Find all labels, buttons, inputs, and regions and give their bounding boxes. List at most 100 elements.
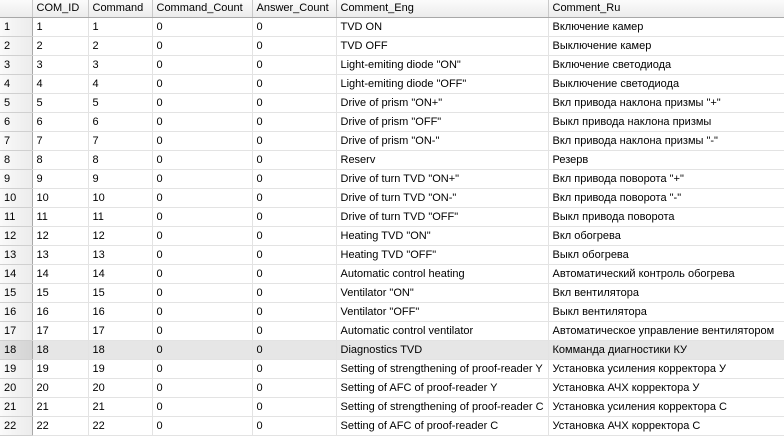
row-number-cell[interactable]: 17 xyxy=(0,321,33,341)
row-number-cell[interactable]: 15 xyxy=(0,283,33,303)
row-number-header[interactable] xyxy=(0,0,33,18)
cell-comment-eng[interactable]: Heating TVD "ON" xyxy=(336,226,549,246)
cell-comment-eng[interactable]: Drive of turn TVD "ON-" xyxy=(336,188,549,208)
cell-command[interactable]: 8 xyxy=(88,150,153,170)
cell-answer-count[interactable]: 0 xyxy=(252,283,337,303)
cell-command-count[interactable]: 0 xyxy=(152,245,253,265)
row-number-cell[interactable]: 10 xyxy=(0,188,33,208)
cell-command[interactable]: 5 xyxy=(88,93,153,113)
cell-answer-count[interactable]: 0 xyxy=(252,378,337,398)
cell-com-id[interactable]: 19 xyxy=(32,359,89,379)
row-number-cell[interactable]: 2 xyxy=(0,36,33,56)
cell-command-count[interactable]: 0 xyxy=(152,264,253,284)
column-header-answer-count[interactable]: Answer_Count xyxy=(252,0,337,18)
cell-comment-eng[interactable]: Drive of prism "ON+" xyxy=(336,93,549,113)
cell-command[interactable]: 20 xyxy=(88,378,153,398)
cell-com-id[interactable]: 3 xyxy=(32,55,89,75)
cell-com-id[interactable]: 12 xyxy=(32,226,89,246)
cell-command-count[interactable]: 0 xyxy=(152,340,253,360)
cell-comment-eng[interactable]: Drive of prism "OFF" xyxy=(336,112,549,132)
cell-comment-eng[interactable]: Heating TVD "OFF" xyxy=(336,245,549,265)
cell-comment-eng[interactable]: Automatic control heating xyxy=(336,264,549,284)
cell-command-count[interactable]: 0 xyxy=(152,93,253,113)
cell-comment-ru[interactable]: Выключение светодиода xyxy=(548,74,784,94)
cell-command-count[interactable]: 0 xyxy=(152,55,253,75)
cell-answer-count[interactable]: 0 xyxy=(252,17,337,37)
cell-command[interactable]: 7 xyxy=(88,131,153,151)
cell-command[interactable]: 6 xyxy=(88,112,153,132)
cell-command[interactable]: 2 xyxy=(88,36,153,56)
cell-com-id[interactable]: 1 xyxy=(32,17,89,37)
cell-comment-eng[interactable]: Automatic control ventilator xyxy=(336,321,549,341)
cell-command-count[interactable]: 0 xyxy=(152,321,253,341)
cell-answer-count[interactable]: 0 xyxy=(252,245,337,265)
cell-command-count[interactable]: 0 xyxy=(152,378,253,398)
column-header-command[interactable]: Command xyxy=(88,0,153,18)
cell-command-count[interactable]: 0 xyxy=(152,169,253,189)
cell-command[interactable]: 14 xyxy=(88,264,153,284)
cell-answer-count[interactable]: 0 xyxy=(252,302,337,322)
cell-comment-eng[interactable]: Ventilator "ON" xyxy=(336,283,549,303)
table-row[interactable]: 15 15 15 0 0 Ventilator "ON" Вкл вентилятора xyxy=(0,283,784,303)
row-number-cell[interactable]: 7 xyxy=(0,131,33,151)
cell-answer-count[interactable]: 0 xyxy=(252,169,337,189)
results-grid[interactable]: COM_ID Command Command_Count Answer_Coun… xyxy=(0,0,784,437)
row-number-cell[interactable]: 22 xyxy=(0,416,33,436)
cell-comment-ru[interactable]: Выкл вентилятора xyxy=(548,302,784,322)
cell-comment-ru[interactable]: Вкл привода наклона призмы "-" xyxy=(548,131,784,151)
cell-command-count[interactable]: 0 xyxy=(152,302,253,322)
cell-answer-count[interactable]: 0 xyxy=(252,416,337,436)
cell-command-count[interactable]: 0 xyxy=(152,397,253,417)
cell-command[interactable]: 3 xyxy=(88,55,153,75)
cell-comment-ru[interactable]: Вкл вентилятора xyxy=(548,283,784,303)
cell-command[interactable]: 9 xyxy=(88,169,153,189)
row-number-cell[interactable]: 18 xyxy=(0,340,33,360)
cell-comment-ru[interactable]: Вкл привода поворота "-" xyxy=(548,188,784,208)
table-row[interactable]: 20 20 20 0 0 Setting of AFC of proof-reader Y… xyxy=(0,378,784,398)
row-number-cell[interactable]: 5 xyxy=(0,93,33,113)
cell-command[interactable]: 15 xyxy=(88,283,153,303)
cell-comment-eng[interactable]: Drive of turn TVD "ON+" xyxy=(336,169,549,189)
cell-command-count[interactable]: 0 xyxy=(152,112,253,132)
cell-command-count[interactable]: 0 xyxy=(152,74,253,94)
table-row[interactable]: 19 19 19 0 0 Setting of strengthening of proo… xyxy=(0,359,784,379)
cell-com-id[interactable]: 18 xyxy=(32,340,89,360)
table-row[interactable]: 8 8 8 0 0 Reserv Резерв xyxy=(0,150,784,170)
cell-answer-count[interactable]: 0 xyxy=(252,397,337,417)
cell-command[interactable]: 19 xyxy=(88,359,153,379)
table-row[interactable]: 9 9 9 0 0 Drive of turn TVD "ON+" Вкл привода … xyxy=(0,169,784,189)
column-header-com-id[interactable]: COM_ID xyxy=(32,0,89,18)
cell-command-count[interactable]: 0 xyxy=(152,36,253,56)
cell-com-id[interactable]: 20 xyxy=(32,378,89,398)
cell-comment-eng[interactable]: Diagnostics TVD xyxy=(336,340,549,360)
cell-command[interactable]: 21 xyxy=(88,397,153,417)
cell-answer-count[interactable]: 0 xyxy=(252,226,337,246)
column-header-command-count[interactable]: Command_Count xyxy=(152,0,253,18)
table-row[interactable]: 10 10 10 0 0 Drive of turn TVD "ON-" Вкл приво… xyxy=(0,188,784,208)
cell-command-count[interactable]: 0 xyxy=(152,359,253,379)
cell-command[interactable]: 13 xyxy=(88,245,153,265)
cell-comment-eng[interactable]: TVD OFF xyxy=(336,36,549,56)
table-row[interactable]: 7 7 7 0 0 Drive of prism "ON-" Вкл привода нак… xyxy=(0,131,784,151)
cell-comment-ru[interactable]: Включение светодиода xyxy=(548,55,784,75)
cell-answer-count[interactable]: 0 xyxy=(252,93,337,113)
table-row[interactable]: 2 2 2 0 0 TVD OFF Выключение камер xyxy=(0,36,784,56)
row-number-cell[interactable]: 4 xyxy=(0,74,33,94)
cell-com-id[interactable]: 9 xyxy=(32,169,89,189)
cell-comment-ru[interactable]: Вкл обогрева xyxy=(548,226,784,246)
cell-com-id[interactable]: 22 xyxy=(32,416,89,436)
table-row[interactable]: 12 12 12 0 0 Heating TVD "ON" Вкл обогрева xyxy=(0,226,784,246)
cell-comment-eng[interactable]: Setting of strengthening of proof-reader… xyxy=(336,359,549,379)
cell-comment-ru[interactable]: Выкл обогрева xyxy=(548,245,784,265)
cell-com-id[interactable]: 13 xyxy=(32,245,89,265)
cell-answer-count[interactable]: 0 xyxy=(252,55,337,75)
cell-command-count[interactable]: 0 xyxy=(152,131,253,151)
column-header-comment-eng[interactable]: Comment_Eng xyxy=(336,0,549,18)
cell-comment-ru[interactable]: Автоматическое управление вентилятором xyxy=(548,321,784,341)
table-row[interactable]: 17 17 17 0 0 Automatic control ventilator Авто… xyxy=(0,321,784,341)
row-number-cell[interactable]: 6 xyxy=(0,112,33,132)
cell-comment-ru[interactable]: Установка усиления корректора С xyxy=(548,397,784,417)
cell-comment-eng[interactable]: Reserv xyxy=(336,150,549,170)
cell-answer-count[interactable]: 0 xyxy=(252,188,337,208)
table-row[interactable]: 21 21 21 0 0 Setting of strengthening of proo… xyxy=(0,397,784,417)
